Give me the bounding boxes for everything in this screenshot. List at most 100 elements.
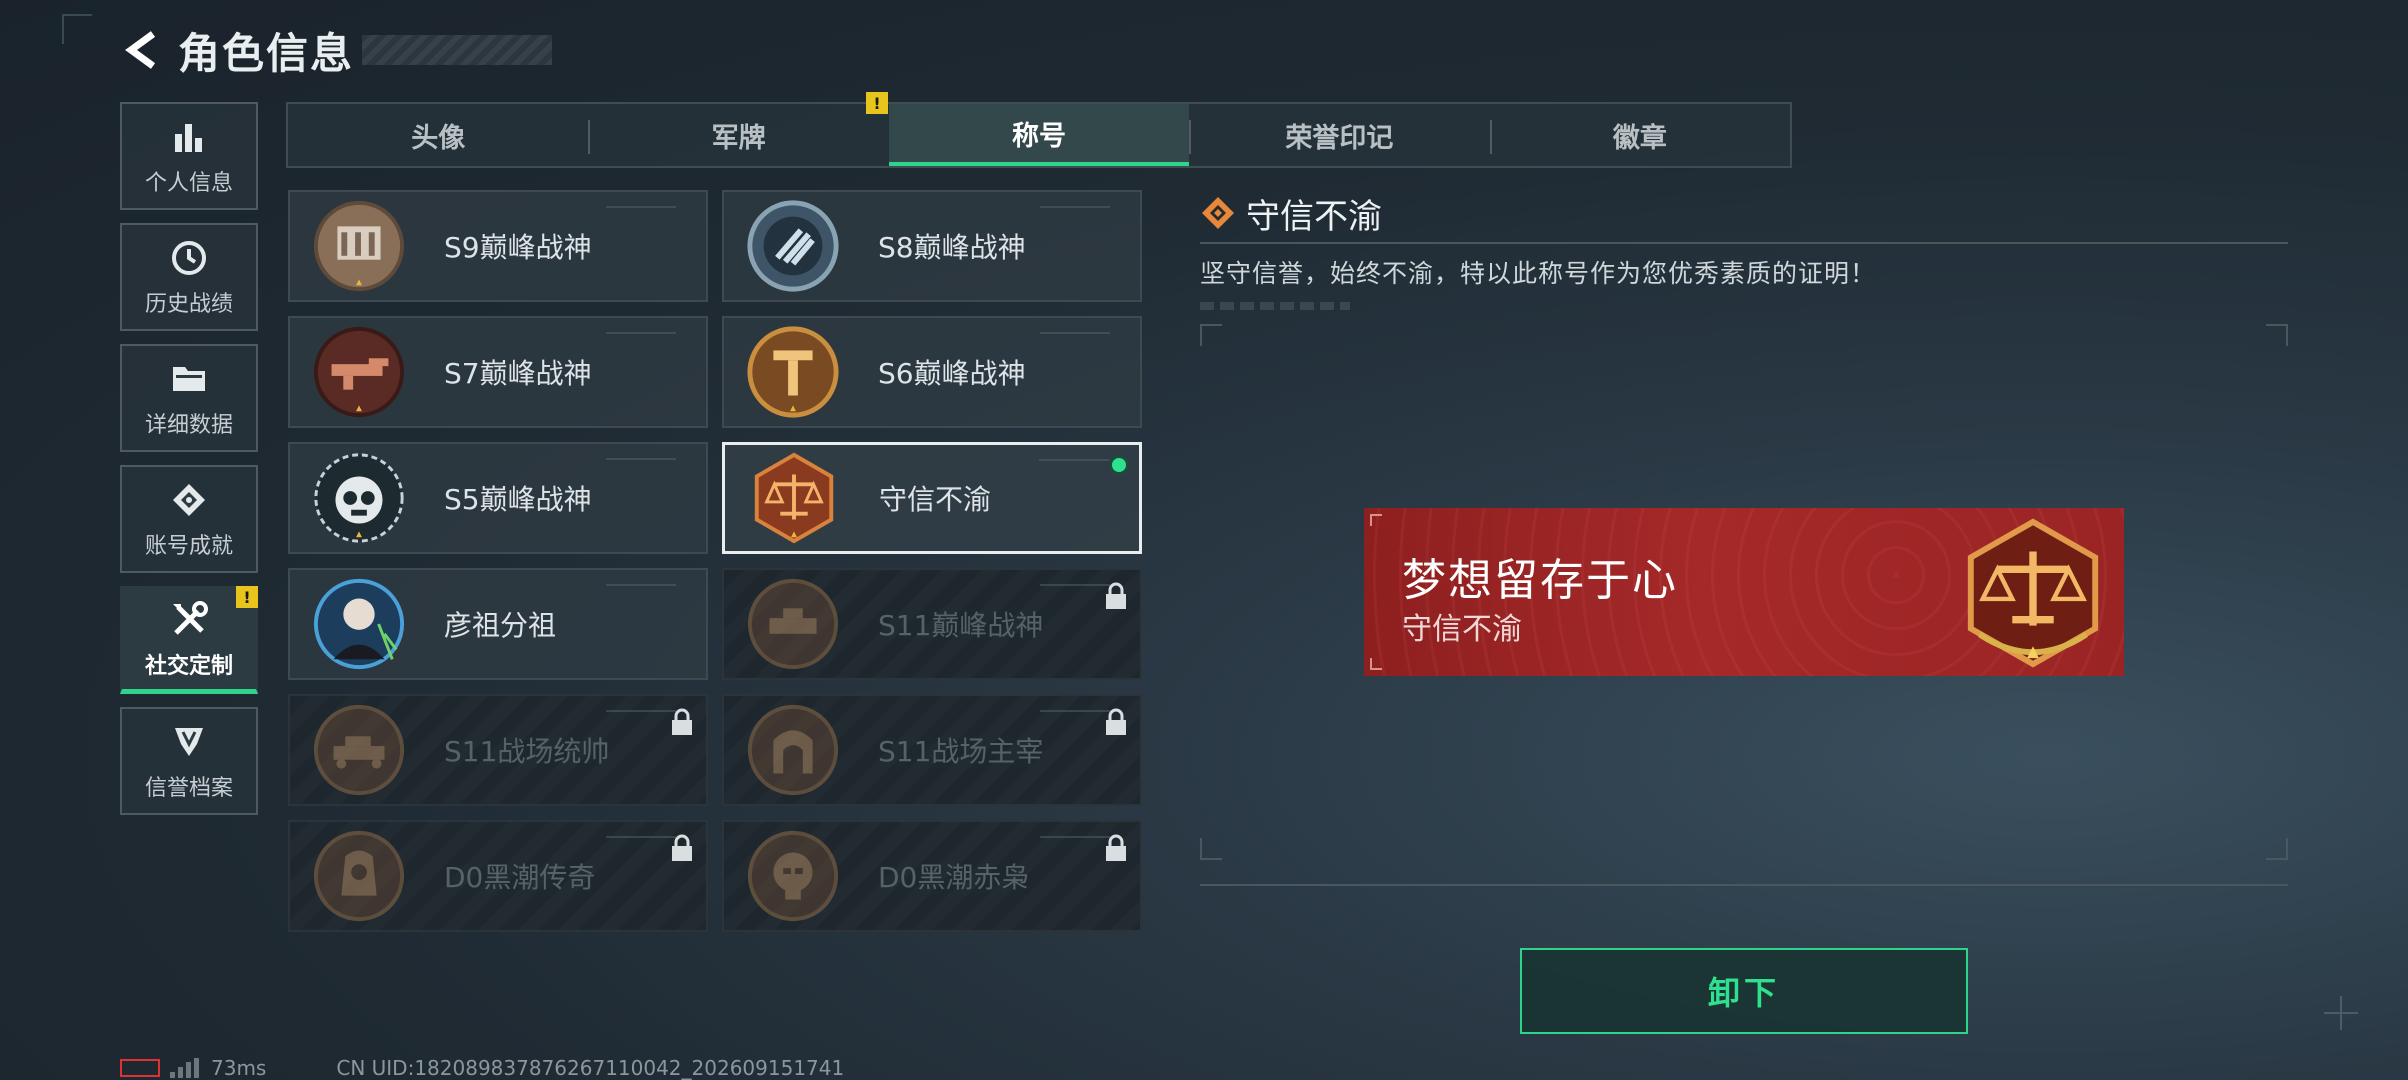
tab-label: 徽章 (1612, 122, 1667, 154)
title-emblem-icon (313, 200, 405, 292)
tab-warning-badge: ! (866, 92, 888, 114)
title-card-locked[interactable]: D0黑潮赤枭 (722, 820, 1142, 932)
equipped-indicator (1109, 455, 1129, 475)
status-footer: 73ms CN UID:1820898378762671100​42_20260… (120, 1056, 844, 1080)
page-title: 角色信息 (178, 28, 355, 78)
tab-dogtag[interactable]: 军牌 (588, 104, 888, 166)
sidebar-item-label: 详细数据 (144, 413, 233, 438)
sidebar-item-history[interactable]: 历史战绩 (120, 223, 258, 331)
title-emblem-icon (747, 578, 839, 670)
banner-subtitle: 守信不渝 (1402, 612, 1522, 647)
title-emblem-icon (747, 704, 839, 796)
title-card[interactable]: S9巅峰战神 (288, 190, 708, 302)
title-name: 守信不渝 (879, 483, 992, 516)
preview-frame-corner (1200, 838, 1222, 860)
title-name: S5巅峰战神 (444, 483, 592, 516)
lock-icon (1106, 708, 1126, 735)
tab-title[interactable]: 称号 (888, 104, 1190, 166)
detail-title: 守信不渝 (1246, 196, 1382, 237)
lock-icon (1106, 834, 1126, 861)
sidebar-item-label: 信誉档案 (144, 776, 233, 801)
tab-label: 头像 (411, 122, 466, 154)
folder-icon (167, 357, 211, 401)
title-name: S8巅峰战神 (878, 231, 1026, 264)
achievement-icon (167, 478, 211, 522)
title-name: S9巅峰战神 (444, 231, 592, 264)
preview-frame-corner (2266, 838, 2288, 860)
title-card[interactable]: S5巅峰战神 (288, 442, 708, 554)
scales-emblem-icon (754, 452, 834, 544)
sidebar-item-reputation[interactable]: 信誉档案 (120, 707, 258, 815)
back-icon[interactable] (120, 28, 164, 72)
lock-icon (672, 834, 692, 861)
title-card-selected[interactable]: 守信不渝 (722, 442, 1142, 554)
title-name: S6巅峰战神 (878, 357, 1026, 390)
title-name: D0黑潮赤枭 (878, 861, 1030, 894)
battery-icon (120, 1059, 160, 1077)
title-emblem-icon (747, 830, 839, 922)
preview-frame-corner (2266, 324, 2288, 346)
sidebar-item-label: 社交定制 (144, 653, 233, 679)
title-emblem-icon (747, 326, 839, 418)
unequip-button[interactable]: 卸下 (1520, 948, 1968, 1034)
tab-label: 军牌 (711, 122, 766, 154)
title-emblem-icon (314, 453, 404, 543)
title-card-locked[interactable]: S11战场统帅 (288, 694, 708, 806)
title-name: 彦祖分祖 (444, 609, 557, 642)
title-emblem-icon (313, 830, 405, 922)
title-name: D0黑潮传奇 (444, 861, 596, 894)
tab-avatar[interactable]: 头像 (288, 104, 588, 166)
sidebar: 个人信息 历史战绩 详细数据 账号成就 ! 社交定制 信誉档案 (120, 102, 258, 828)
decorative-text (1200, 302, 1350, 310)
tab-bar: 头像 军牌 称号 荣誉印记 徽章 (286, 102, 1792, 168)
title-card-locked[interactable]: S11战场主宰 (722, 694, 1142, 806)
sidebar-item-label: 账号成就 (144, 534, 233, 559)
title-name: S11战场统帅 (444, 735, 610, 768)
lock-icon (1106, 582, 1126, 609)
scales-emblem-icon (1967, 518, 2099, 668)
title-card[interactable]: S8巅峰战神 (722, 190, 1142, 302)
title-emblem-icon (313, 326, 405, 418)
sidebar-item-label: 历史战绩 (144, 292, 233, 317)
detail-description: 坚守信誉，始终不渝，特以此称号作为您优秀素质的证明！ (1200, 259, 1877, 288)
title-card-locked[interactable]: S11巅峰战神 (722, 568, 1142, 680)
sidebar-item-social[interactable]: ! 社交定制 (120, 586, 258, 694)
tab-honor-mark[interactable]: 荣誉印记 (1189, 104, 1489, 166)
title-name: S11战场主宰 (878, 735, 1044, 768)
title-card-locked[interactable]: D0黑潮传奇 (288, 820, 708, 932)
title-diamond-icon (1202, 197, 1234, 229)
signal-icon (170, 1058, 199, 1078)
title-decoration (362, 35, 553, 65)
banner-title: 梦想留存于心 (1402, 555, 1678, 606)
sidebar-item-achievements[interactable]: 账号成就 (120, 465, 258, 573)
title-card[interactable]: S7巅峰战神 (288, 316, 708, 428)
divider (1200, 242, 2288, 244)
clock-icon (167, 236, 211, 280)
tools-icon (167, 598, 211, 642)
title-detail-panel: 守信不渝 坚守信誉，始终不渝，特以此称号作为您优秀素质的证明！ (1200, 190, 2288, 310)
title-name: S11巅峰战神 (878, 609, 1044, 642)
title-emblem-icon (313, 704, 405, 796)
sidebar-item-details[interactable]: 详细数据 (120, 344, 258, 452)
title-emblem-icon (747, 200, 839, 292)
frame-corner (62, 14, 92, 44)
page-header: 角色信息 (120, 22, 553, 78)
title-card[interactable]: 彦祖分祖 (288, 568, 708, 680)
title-card[interactable]: S6巅峰战神 (722, 316, 1142, 428)
sidebar-item-label: 个人信息 (144, 171, 233, 196)
tab-badge[interactable]: 徽章 (1489, 104, 1790, 166)
warning-badge: ! (236, 586, 258, 608)
tab-label: 称号 (1012, 120, 1067, 152)
shield-icon (167, 720, 211, 764)
title-grid: S9巅峰战神 S8巅峰战神 S7巅峰战神 S6巅峰战神 S5巅峰战神 守信不渝 … (288, 190, 1144, 932)
tab-label: 荣誉印记 (1285, 122, 1394, 154)
lock-icon (672, 708, 692, 735)
sidebar-item-profile[interactable]: 个人信息 (120, 102, 258, 210)
title-name: S7巅峰战神 (444, 357, 592, 390)
ping-value: 73ms (211, 1056, 267, 1080)
user-uid: CN UID:1820898378762671100​42_2026091517… (336, 1056, 845, 1080)
title-banner-preview: 梦想留存于心 守信不渝 (1364, 508, 2124, 676)
portrait-emblem-icon (313, 578, 405, 670)
bar-chart-icon (167, 115, 211, 159)
frame-crosshair (2324, 996, 2358, 1030)
